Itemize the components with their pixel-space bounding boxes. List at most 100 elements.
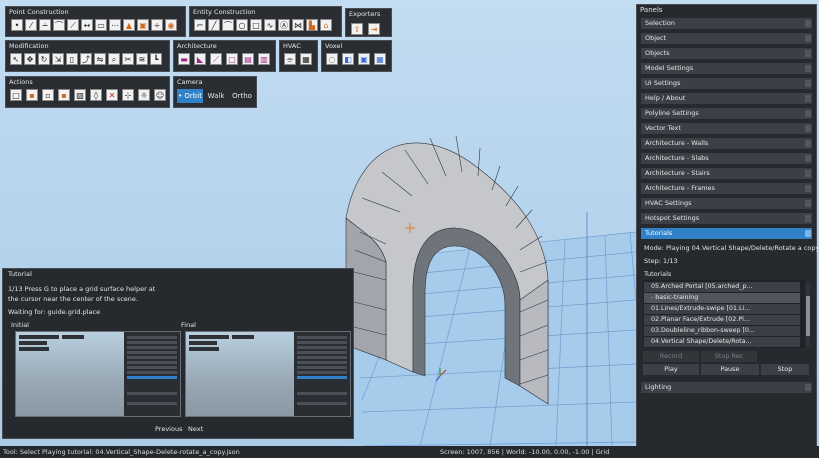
panel-object[interactable]: Object [641,33,812,44]
duct-icon[interactable]: ⌯ [284,53,296,65]
ribbon-icon[interactable]: ⋈ [292,19,304,31]
search-replace-icon[interactable]: ⌕ [108,53,120,65]
tutorial-mode-text: Mode: Playing 04.Vertical Shape/Delete/R… [644,244,819,252]
text-icon[interactable]: Ⓐ [278,19,290,31]
panel-architecture-frames[interactable]: Architecture - Frames [641,183,812,194]
tutorial-waiting-text: Waiting for: guide.grid.place [8,308,101,316]
list-item[interactable]: 04.Vertical Shape/Delete/Rota... [644,337,800,347]
drop-icon[interactable]: ◊ [90,89,102,101]
list-item[interactable]: 05.Arched Portal [05.arched_p... [644,282,800,292]
panel-architecture-stairs[interactable]: Architecture - Stairs [641,168,812,179]
tutorials-list-scrollbar[interactable] [806,282,810,346]
orange-box-tool-icon[interactable]: ▣ [137,19,149,31]
voxel-toolbar: Voxel ◌ ◧ ▣ ▦ [321,40,392,72]
rect-point-tool-icon[interactable]: ▭ [95,19,107,31]
light-icon[interactable]: ☼ [138,89,150,101]
fill-tool-icon[interactable]: ▲ [123,19,135,31]
stair-icon[interactable]: ⟋ [210,53,222,65]
move-icon[interactable]: ✥ [24,53,36,65]
mirror-icon[interactable]: ⇋ [94,53,106,65]
previous-button[interactable]: Previous [155,425,182,433]
diagonal-tool-icon[interactable]: ⟋ [67,19,79,31]
voxel-paint-icon[interactable]: ▣ [358,53,370,65]
export-obj-icon[interactable]: ⇪ [351,23,363,35]
offset-edge-icon[interactable]: ≋ [136,53,148,65]
shape-icon[interactable]: ▙ [306,19,318,31]
save-icon[interactable]: ▪ [26,89,38,101]
help-icon[interactable]: ☺ [154,89,166,101]
panel-vector-text[interactable]: Vector Text [641,123,812,134]
window-icon[interactable]: ▤ [242,53,254,65]
record-button[interactable]: Record [643,351,699,362]
pause-button[interactable]: Pause [701,364,759,375]
exporters-toolbar: Exporters ⇪ ⇥ [345,8,392,37]
save-as-icon[interactable]: ▪ [58,89,70,101]
midpoint-tool-icon[interactable]: ∸ [39,19,51,31]
spline-icon[interactable]: ∿ [264,19,276,31]
panel-tutorials[interactable]: Tutorials [641,228,812,239]
camera-ortho-button[interactable]: Ortho [229,89,255,103]
arc-point-tool-icon[interactable]: ⌒ [53,19,65,31]
line-icon[interactable]: ╱ [208,19,220,31]
frame-icon[interactable]: ▢ [226,53,238,65]
panel-hotspot-settings[interactable]: Hotspot Settings [641,213,812,224]
door-icon[interactable]: ▥ [258,53,270,65]
circle-point-tool-icon[interactable]: ◉ [165,19,177,31]
voxel-add-icon[interactable]: ◌ [326,53,338,65]
hvac-title: HVAC [283,42,301,50]
list-category[interactable]: - basic-training [644,293,800,303]
offset-tool-icon[interactable]: ↔ [81,19,93,31]
square-icon[interactable]: □ [250,19,262,31]
extrude-icon[interactable]: ▯ [66,53,78,65]
measure-icon[interactable]: ⊹ [122,89,134,101]
delete-icon[interactable]: ✕ [106,89,118,101]
stop-button[interactable]: Stop [761,364,809,375]
corner-icon[interactable]: ┗ [150,53,162,65]
point-tool-icon[interactable]: • [11,19,23,31]
trim-icon[interactable]: ✂ [122,53,134,65]
new-file-icon[interactable]: □ [10,89,22,101]
stop-rec-button[interactable]: Stop Rec [701,351,757,362]
panel-architecture-slabs[interactable]: Architecture - Slabs [641,153,812,164]
scale-icon[interactable]: ⇲ [52,53,64,65]
panel-ui-settings[interactable]: UI Settings [641,78,812,89]
tutorials-list[interactable]: 05.Arched Portal [05.arched_p... - basic… [643,280,810,348]
circle-icon[interactable]: ○ [236,19,248,31]
panel-architecture-walls[interactable]: Architecture - Walls [641,138,812,149]
panel-help-about[interactable]: Help / About [641,93,812,104]
list-item[interactable]: 01.Lines/Extrude-swipe [01.Li... [644,304,800,314]
export-file-icon[interactable]: ⇥ [368,23,380,35]
rotate-icon[interactable]: ↻ [38,53,50,65]
voxel-grid-icon[interactable]: ▦ [374,53,386,65]
polyline-icon[interactable]: ⌐ [194,19,206,31]
wall-icon[interactable]: ▬ [178,53,190,65]
camera-orbit-button[interactable]: • Orbit [177,89,203,103]
next-button[interactable]: Next [188,425,203,433]
export-icon[interactable]: ▧ [74,89,86,101]
array-tool-icon[interactable]: ⋯ [109,19,121,31]
camera-walk-button[interactable]: Walk [205,89,227,103]
panel-hvac-settings[interactable]: HVAC Settings [641,198,812,209]
tutorial-window-title: Tutorial [8,270,32,278]
panel-model-settings[interactable]: Model Settings [641,63,812,74]
voxel-box-icon[interactable]: ◧ [342,53,354,65]
open-icon[interactable]: ▫ [42,89,54,101]
divide-tool-icon[interactable]: ÷ [151,19,163,31]
portal-icon[interactable]: ⌂ [320,19,332,31]
play-button[interactable]: Play [643,364,699,375]
list-item[interactable]: 02.Planar Face/Extrude [02.Pl... [644,315,800,325]
sweep-icon[interactable]: ⤴ [80,53,92,65]
vent-icon[interactable]: ▦ [300,53,312,65]
scrollbar-thumb[interactable] [806,296,810,336]
arc-icon[interactable]: ⌒ [222,19,234,31]
panel-polyline-settings[interactable]: Polyline Settings [641,108,812,119]
line-point-tool-icon[interactable]: ⁄ [25,19,37,31]
list-item[interactable]: 03.Doubleline_ribbon-sweep [0... [644,326,800,336]
select-icon[interactable]: ↖ [10,53,22,65]
slab-icon[interactable]: ◣ [194,53,206,65]
panel-selection[interactable]: Selection [641,18,812,29]
panel-lighting[interactable]: Lighting [641,382,812,393]
tutorial-step-line-1: 1/13 Press G to place a grid surface hel… [8,285,156,293]
panel-objects[interactable]: Objects [641,48,812,59]
panels-title: Panels [640,6,663,14]
